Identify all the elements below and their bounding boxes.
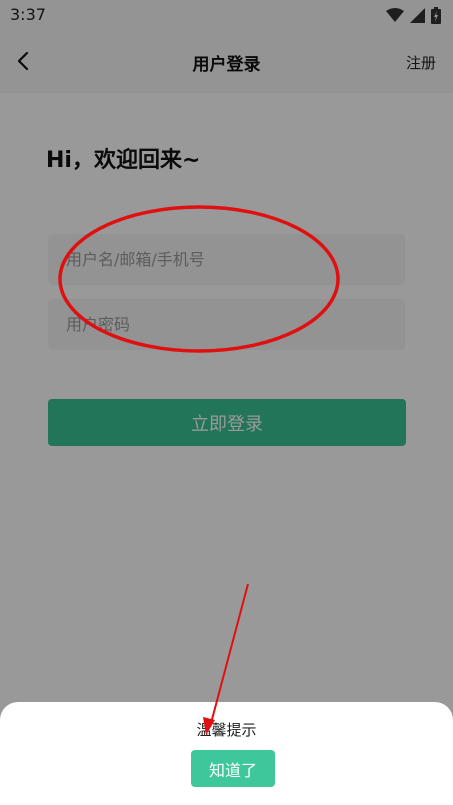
login-page: 3:37 用户登录 注册 Hi，欢迎回来~ 立即登录 xyxy=(0,0,453,805)
notice-bottom-sheet: 温馨提示 知道了 xyxy=(0,702,453,805)
modal-backdrop[interactable] xyxy=(0,0,453,805)
confirm-button[interactable]: 知道了 xyxy=(191,750,275,787)
notice-title: 温馨提示 xyxy=(196,721,257,739)
